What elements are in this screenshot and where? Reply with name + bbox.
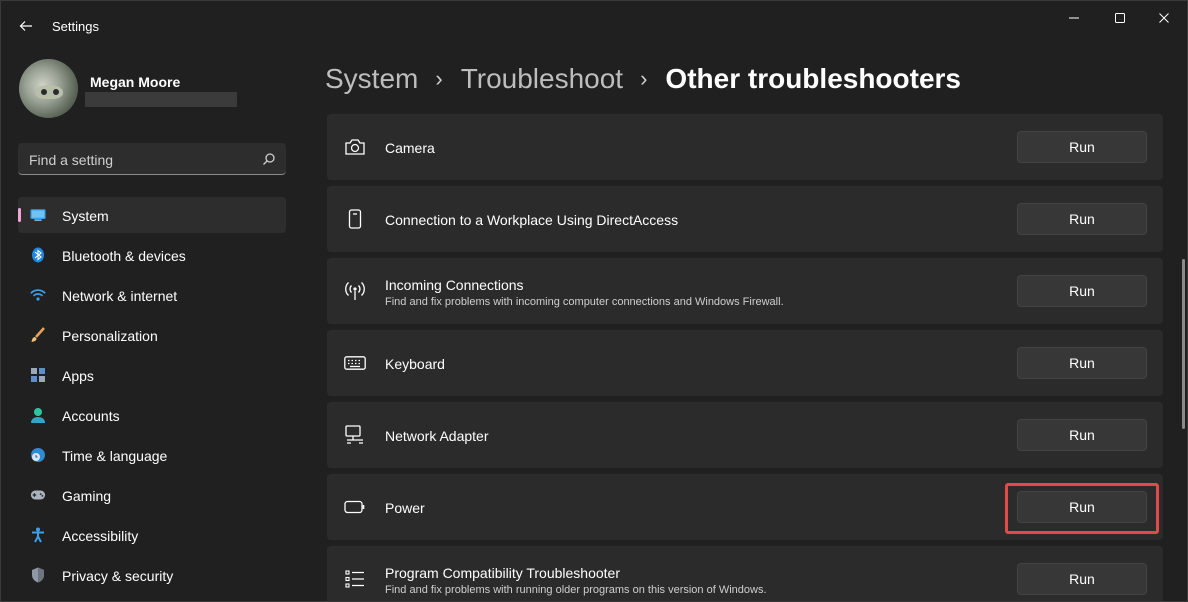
troubleshooter-network-adapter: Network Adapter Run: [327, 402, 1163, 468]
maximize-icon: [1115, 13, 1125, 23]
sidebar-item-label: Apps: [62, 368, 94, 384]
sidebar-item-label: Accounts: [62, 408, 120, 424]
sidebar-item-label: Accessibility: [62, 528, 139, 544]
user-email-redacted: [85, 92, 237, 107]
breadcrumb-separator: ›: [640, 66, 648, 91]
apps-icon: [30, 367, 46, 383]
accessibility-icon: [30, 527, 46, 543]
sidebar-item-label: Network & internet: [62, 288, 178, 304]
troubleshooter-title: Camera: [385, 140, 435, 156]
back-button[interactable]: [15, 15, 37, 37]
search-icon: [263, 153, 275, 165]
keyboard-icon: [344, 352, 366, 374]
avatar-eye: [41, 89, 47, 95]
maximize-button[interactable]: [1097, 5, 1143, 31]
troubleshooter-description: Find and fix problems with incoming comp…: [385, 296, 784, 308]
troubleshooter-program-compatibility: Program Compatibility Troubleshooter Fin…: [327, 546, 1163, 601]
close-button[interactable]: [1141, 5, 1187, 31]
search-placeholder: Find a setting: [29, 152, 114, 168]
run-power-button[interactable]: Run: [1017, 491, 1147, 523]
sidebar-item-system[interactable]: System: [18, 197, 286, 233]
run-directaccess-button[interactable]: Run: [1017, 203, 1147, 235]
user-name: Megan Moore: [90, 74, 181, 90]
breadcrumb-troubleshoot[interactable]: Troubleshoot: [461, 63, 623, 95]
troubleshooter-description: Find and fix problems with running older…: [385, 584, 767, 596]
battery-icon: [344, 496, 366, 518]
minimize-button[interactable]: [1051, 5, 1097, 31]
back-arrow-icon: [19, 21, 32, 31]
brush-icon: [30, 327, 46, 343]
troubleshooter-keyboard: Keyboard Run: [327, 330, 1163, 396]
sidebar-item-personalization[interactable]: Personalization: [18, 317, 286, 353]
troubleshooter-title: Connection to a Workplace Using DirectAc…: [385, 212, 679, 228]
app-title: Settings: [52, 19, 99, 34]
run-program-compatibility-button[interactable]: Run: [1017, 563, 1147, 595]
phone-icon: [344, 208, 366, 230]
troubleshooter-title: Power: [385, 500, 425, 516]
sidebar-item-label: Personalization: [62, 328, 158, 344]
troubleshooter-incoming-connections: Incoming Connections Find and fix proble…: [327, 258, 1163, 324]
minimize-icon: [1069, 17, 1079, 19]
gamepad-icon: [30, 487, 46, 503]
monitor-icon: [30, 207, 46, 223]
troubleshooter-list: Camera Run Connection to a Workplace Usi…: [327, 114, 1163, 601]
search-input[interactable]: Find a setting: [18, 143, 286, 175]
sidebar-item-label: Bluetooth & devices: [62, 248, 186, 264]
run-keyboard-button[interactable]: Run: [1017, 347, 1147, 379]
wifi-icon: [30, 287, 46, 303]
troubleshooter-camera: Camera Run: [327, 114, 1163, 180]
troubleshooter-title: Keyboard: [385, 356, 445, 372]
sidebar-nav: System Bluetooth & devices Network & int…: [18, 197, 286, 597]
sidebar-item-label: System: [62, 208, 109, 224]
troubleshooter-directaccess: Connection to a Workplace Using DirectAc…: [327, 186, 1163, 252]
sidebar-item-network[interactable]: Network & internet: [18, 277, 286, 313]
sidebar-item-time-language[interactable]: Time & language: [18, 437, 286, 473]
scrollbar[interactable]: [1182, 259, 1185, 429]
network-adapter-icon: [344, 424, 366, 446]
sidebar-item-label: Gaming: [62, 488, 112, 504]
title-bar: Settings: [1, 1, 1187, 51]
sidebar-item-accounts[interactable]: Accounts: [18, 397, 286, 433]
run-network-adapter-button[interactable]: Run: [1017, 419, 1147, 451]
sidebar-item-apps[interactable]: Apps: [18, 357, 286, 393]
list-icon: [344, 568, 366, 590]
sidebar-item-label: Privacy & security: [62, 568, 174, 584]
run-camera-button[interactable]: Run: [1017, 131, 1147, 163]
antenna-icon: [344, 280, 366, 302]
run-incoming-connections-button[interactable]: Run: [1017, 275, 1147, 307]
troubleshooter-title: Program Compatibility Troubleshooter: [385, 565, 620, 581]
person-icon: [30, 407, 46, 423]
sidebar-item-label: Time & language: [62, 448, 168, 464]
troubleshooter-power: Power Run: [327, 474, 1163, 540]
page-title: Other troubleshooters: [665, 63, 962, 94]
troubleshooter-title: Incoming Connections: [385, 277, 524, 293]
avatar-eye: [53, 89, 59, 95]
sidebar-item-bluetooth[interactable]: Bluetooth & devices: [18, 237, 286, 273]
troubleshooter-title: Network Adapter: [385, 428, 489, 444]
close-icon: [1159, 13, 1169, 23]
globe-clock-icon: [30, 447, 46, 463]
shield-icon: [30, 567, 46, 583]
sidebar-item-accessibility[interactable]: Accessibility: [18, 517, 286, 553]
camera-icon: [344, 136, 366, 158]
sidebar-item-privacy-security[interactable]: Privacy & security: [18, 557, 286, 593]
avatar[interactable]: [19, 59, 78, 118]
breadcrumb-separator: ›: [435, 66, 443, 91]
breadcrumb-system[interactable]: System: [325, 63, 418, 95]
bluetooth-icon: [30, 247, 46, 263]
sidebar-item-gaming[interactable]: Gaming: [18, 477, 286, 513]
settings-window: Settings Megan Moore Find a setting Syst…: [0, 0, 1188, 602]
breadcrumb: System › Troubleshoot › Other troublesho…: [325, 61, 961, 97]
